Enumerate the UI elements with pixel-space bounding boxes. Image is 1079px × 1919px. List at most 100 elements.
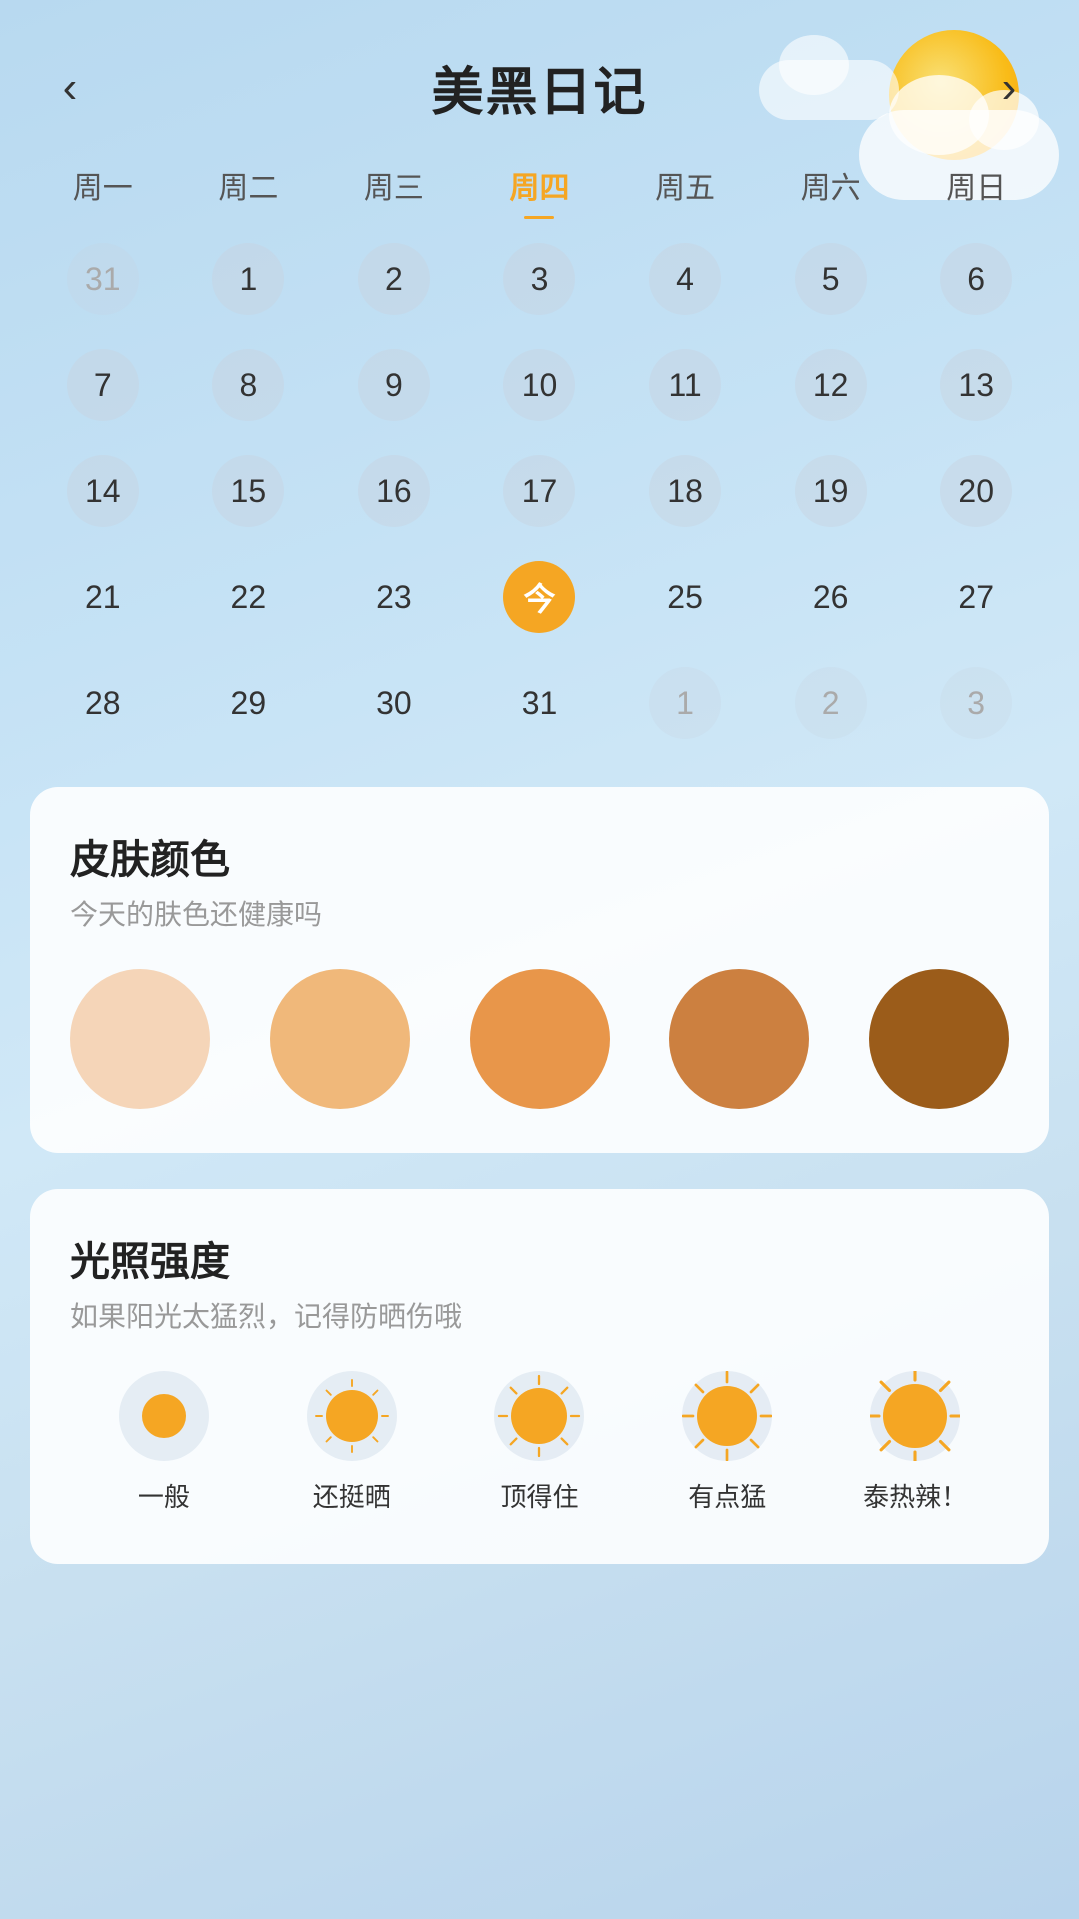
sun-icon-wrap: [682, 1371, 772, 1461]
day-cell: 26: [758, 549, 904, 645]
days-grid: 311234567891011121314151617181920212223今…: [30, 231, 1049, 751]
weekday-label: 周日: [903, 155, 1049, 215]
day-bubble[interactable]: 22: [212, 561, 284, 633]
page-title: 美黑日记: [431, 50, 647, 125]
day-bubble[interactable]: 18: [649, 455, 721, 527]
day-bubble[interactable]: 25: [649, 561, 721, 633]
day-bubble[interactable]: 10: [503, 349, 575, 421]
sun-section-title: 光照强度: [70, 1229, 1009, 1287]
day-bubble[interactable]: 16: [358, 455, 430, 527]
skin-section-subtitle: 今天的肤色还健康吗: [70, 893, 1009, 933]
day-bubble[interactable]: 14: [67, 455, 139, 527]
day-cell: 22: [176, 549, 322, 645]
sun-icon-wrap: [119, 1371, 209, 1461]
sun-option[interactable]: 一般: [70, 1371, 258, 1514]
day-bubble[interactable]: 7: [67, 349, 139, 421]
day-bubble[interactable]: 3: [503, 243, 575, 315]
day-bubble[interactable]: 6: [940, 243, 1012, 315]
day-cell: 2: [758, 655, 904, 751]
day-cell: 14: [30, 443, 176, 539]
day-bubble[interactable]: 9: [358, 349, 430, 421]
sun-option[interactable]: 顶得住: [446, 1371, 634, 1514]
day-cell: 17: [467, 443, 613, 539]
day-cell: 27: [903, 549, 1049, 645]
day-bubble[interactable]: 15: [212, 455, 284, 527]
skin-color-options: [70, 969, 1009, 1109]
skin-color-dot[interactable]: [669, 969, 809, 1109]
day-bubble[interactable]: 1: [649, 667, 721, 739]
weekday-label: 周六: [758, 155, 904, 215]
day-bubble[interactable]: 4: [649, 243, 721, 315]
day-cell: 30: [321, 655, 467, 751]
day-cell: 25: [612, 549, 758, 645]
sun-intensity-section: 光照强度 如果阳光太猛烈，记得防晒伤哦 一般 还挺晒 顶得住 有点猛 泰热辣！: [30, 1189, 1049, 1564]
header: ‹ 美黑日记 ›: [30, 0, 1049, 145]
day-cell: 18: [612, 443, 758, 539]
day-cell: 3: [467, 231, 613, 327]
sun-icon-wrap: [494, 1371, 584, 1461]
day-bubble[interactable]: 23: [358, 561, 430, 633]
prev-nav-button[interactable]: ‹: [40, 63, 100, 113]
skin-color-dot[interactable]: [70, 969, 210, 1109]
day-bubble[interactable]: 2: [358, 243, 430, 315]
day-cell: 7: [30, 337, 176, 433]
sun-option[interactable]: 还挺晒: [258, 1371, 446, 1514]
day-cell: 21: [30, 549, 176, 645]
day-cell: 31: [467, 655, 613, 751]
sun-option[interactable]: 有点猛: [633, 1371, 821, 1514]
day-bubble[interactable]: 今: [503, 561, 575, 633]
skin-color-dot[interactable]: [470, 969, 610, 1109]
day-bubble[interactable]: 8: [212, 349, 284, 421]
skin-color-section: 皮肤颜色 今天的肤色还健康吗: [30, 787, 1049, 1153]
sun-option-label: 顶得住: [500, 1477, 578, 1514]
day-bubble[interactable]: 11: [649, 349, 721, 421]
day-cell: 2: [321, 231, 467, 327]
sun-icon-wrap: [870, 1371, 960, 1461]
sun-options-row: 一般 还挺晒 顶得住 有点猛 泰热辣！: [70, 1371, 1009, 1514]
sun-option-label: 一般: [138, 1477, 190, 1514]
day-bubble[interactable]: 2: [795, 667, 867, 739]
day-bubble[interactable]: 17: [503, 455, 575, 527]
day-bubble[interactable]: 20: [940, 455, 1012, 527]
day-bubble[interactable]: 31: [67, 243, 139, 315]
day-bubble[interactable]: 19: [795, 455, 867, 527]
day-cell: 19: [758, 443, 904, 539]
day-cell: 今: [467, 549, 613, 645]
day-cell: 29: [176, 655, 322, 751]
day-bubble[interactable]: 1: [212, 243, 284, 315]
skin-color-dot[interactable]: [270, 969, 410, 1109]
sun-option-label: 有点猛: [688, 1477, 766, 1514]
day-bubble[interactable]: 21: [67, 561, 139, 633]
day-cell: 12: [758, 337, 904, 433]
day-bubble[interactable]: 28: [67, 667, 139, 739]
day-bubble[interactable]: 27: [940, 561, 1012, 633]
day-bubble[interactable]: 5: [795, 243, 867, 315]
day-cell: 9: [321, 337, 467, 433]
day-bubble[interactable]: 31: [503, 667, 575, 739]
sun-icon-wrap: [307, 1371, 397, 1461]
day-cell: 10: [467, 337, 613, 433]
day-bubble[interactable]: 13: [940, 349, 1012, 421]
next-nav-button[interactable]: ›: [979, 63, 1039, 113]
weekday-label: 周五: [612, 155, 758, 215]
sun-section-subtitle: 如果阳光太猛烈，记得防晒伤哦: [70, 1295, 1009, 1335]
weekday-label: 周一: [30, 155, 176, 215]
skin-color-dot[interactable]: [869, 969, 1009, 1109]
weekday-label: 周二: [176, 155, 322, 215]
day-cell: 23: [321, 549, 467, 645]
day-cell: 11: [612, 337, 758, 433]
weekday-label: 周四: [467, 155, 613, 215]
day-cell: 16: [321, 443, 467, 539]
day-bubble[interactable]: 29: [212, 667, 284, 739]
day-cell: 4: [612, 231, 758, 327]
day-bubble[interactable]: 30: [358, 667, 430, 739]
weekdays-row: 周一周二周三周四周五周六周日: [30, 155, 1049, 215]
day-cell: 3: [903, 655, 1049, 751]
day-cell: 1: [176, 231, 322, 327]
day-bubble[interactable]: 12: [795, 349, 867, 421]
weekday-label: 周三: [321, 155, 467, 215]
day-bubble[interactable]: 3: [940, 667, 1012, 739]
day-bubble[interactable]: 26: [795, 561, 867, 633]
day-cell: 20: [903, 443, 1049, 539]
sun-option[interactable]: 泰热辣！: [821, 1371, 1009, 1514]
